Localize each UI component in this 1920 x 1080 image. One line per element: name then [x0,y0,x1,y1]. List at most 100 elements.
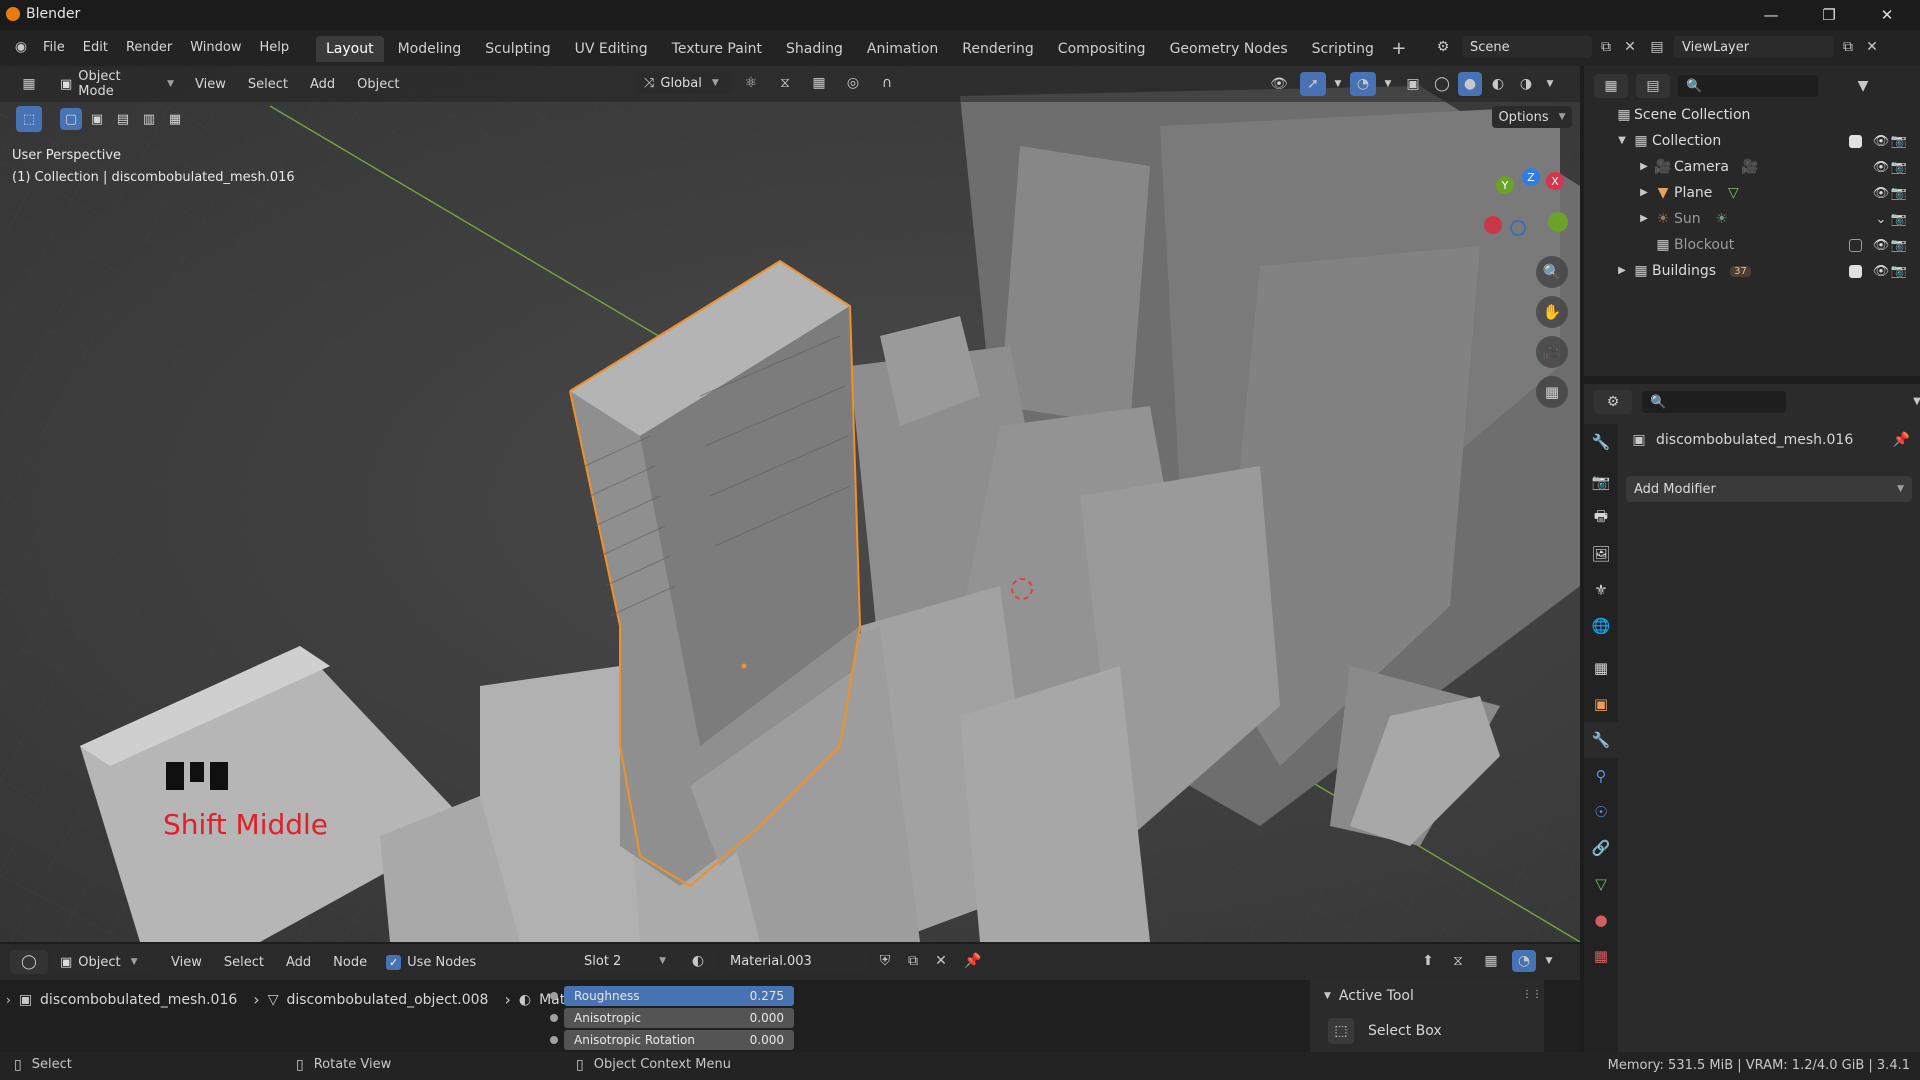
menu-render[interactable]: Render [117,36,181,58]
render-camera-icon[interactable]: 📷 [1890,160,1908,175]
chevron-down-icon[interactable]: ▼ [1330,79,1346,89]
view-layer-field[interactable]: ViewLayer [1674,36,1834,58]
gizmo-x[interactable]: X [1546,172,1564,190]
eye-icon[interactable]: 👁 [1872,160,1890,175]
mode-extend-icon[interactable]: ▣ [86,108,108,130]
new-scene-icon[interactable]: ⧉ [1596,40,1616,54]
blender-menu-icon[interactable]: ◉ [8,36,34,58]
exclude-checkbox[interactable] [1849,264,1862,278]
transform-orientation-dropdown[interactable]: ⤨ Global ▼ [636,72,732,94]
close-icon[interactable]: ✕ [1864,2,1910,28]
proportional-edit-icon[interactable]: ◎ [838,76,868,90]
snap-target-icon[interactable]: ▦ [804,76,834,90]
pan-hand-icon[interactable]: ✋ [1536,296,1568,328]
render-camera-icon[interactable]: 📷 [1890,134,1908,149]
tab-animation[interactable]: Animation [857,36,948,62]
add-workspace-icon[interactable]: + [1388,38,1410,60]
node-editor-type-icon[interactable]: ◯ [10,950,48,974]
tab-geometry-nodes[interactable]: Geometry Nodes [1160,36,1298,62]
node-socket[interactable] [550,1014,558,1022]
filter-icon[interactable]: ▼ [1846,79,1880,93]
expand-arrow-icon[interactable]: ▶ [1636,162,1652,172]
render-camera-icon[interactable]: 📷 [1890,238,1908,253]
menu-edit[interactable]: Edit [74,36,117,58]
rendered-shading-icon[interactable]: ◑ [1514,77,1538,91]
delete-view-layer-icon[interactable]: ✕ [1862,40,1882,54]
tab-rendering[interactable]: Rendering [952,36,1044,62]
eye-icon[interactable]: 👁 [1872,186,1890,201]
texture-tab-icon[interactable]: ▦ [1584,938,1618,974]
eye-icon[interactable]: 👁 [1872,238,1890,253]
camera-view-icon[interactable]: 🎥 [1536,336,1568,368]
roughness-slider[interactable]: Roughness 0.275 [564,986,794,1006]
particles-tab-icon[interactable]: ⚲ [1584,758,1618,794]
node-menu-select[interactable]: Select [215,951,273,973]
tab-uv-editing[interactable]: UV Editing [565,36,658,62]
ortho-grid-icon[interactable]: ▦ [1536,376,1568,408]
outliner-item-collection[interactable]: ▼ ▦ Collection 👁 📷 [1584,128,1920,154]
use-nodes-toggle[interactable]: ✓ Use Nodes [386,954,476,970]
tab-compositing[interactable]: Compositing [1048,36,1156,62]
delete-scene-icon[interactable]: ✕ [1620,40,1640,54]
viewport-menu-object[interactable]: Object [348,73,408,95]
expand-arrow-icon[interactable]: ▶ [1614,266,1630,276]
outliner-item-camera[interactable]: ▶ 🎥 Camera 🎥 👁 📷 [1584,154,1920,180]
mode-new-icon[interactable]: ▢ [60,108,82,130]
constraints-tab-icon[interactable]: 🔗 [1584,830,1618,866]
exclude-checkbox[interactable] [1849,134,1862,148]
eye-hidden-icon[interactable]: ⌄ [1872,212,1890,227]
gizmo-z[interactable]: Z [1522,168,1540,186]
render-camera-icon[interactable]: 📷 [1890,186,1908,201]
mode-intersect-icon[interactable]: ▦ [164,108,186,130]
zoom-icon[interactable]: 🔍 [1536,256,1568,288]
outliner-item-plane[interactable]: ▶ ▼ Plane ▽ 👁 📷 [1584,180,1920,206]
node-socket[interactable] [550,992,558,1000]
node-menu-node[interactable]: Node [324,951,376,973]
gizmo-neg-x[interactable] [1484,216,1502,234]
outliner-scene-collection[interactable]: ▦ Scene Collection [1584,102,1920,128]
properties-editor-type-icon[interactable]: ⚙ [1594,390,1632,414]
3d-viewport[interactable]: User Perspective (1) Collection | discom… [0,66,1580,942]
menu-help[interactable]: Help [251,36,299,58]
overlays-icon[interactable]: ◔ [1512,950,1536,972]
view-layer-browse-icon[interactable]: ▤ [1644,40,1670,54]
object-mode-dropdown[interactable]: ▣ Object Mode ▼ [52,69,182,99]
expand-arrow-icon[interactable]: ▼ [1614,136,1630,146]
checkbox-checked-icon[interactable]: ✓ [386,954,402,970]
viewport-menu-view[interactable]: View [186,73,235,95]
select-box-tool-icon[interactable]: ⬚ [1328,1018,1354,1044]
minimize-icon[interactable]: — [1748,2,1794,28]
node-menu-add[interactable]: Add [277,951,320,973]
select-box-tool-icon[interactable]: ⬚ [16,106,42,132]
visibility-icon[interactable]: 👁 [1262,77,1296,91]
falloff-icon[interactable]: ∩ [872,76,902,90]
overlays-icon[interactable]: ◔ [1350,72,1376,96]
modifier-tab-icon[interactable]: 🔧 [1584,722,1618,758]
add-modifier-dropdown[interactable]: Add Modifier ▼ [1626,476,1912,502]
tab-texture-paint[interactable]: Texture Paint [662,36,772,62]
new-view-layer-icon[interactable]: ⧉ [1838,40,1858,54]
render-camera-icon[interactable]: 📷 [1890,264,1908,279]
node-editor-canvas[interactable]: › ▣ discombobulated_mesh.016 › ▽ discomb… [0,980,1580,1052]
tab-modeling[interactable]: Modeling [388,36,472,62]
anisotropic-rotation-slider[interactable]: Anisotropic Rotation 0.000 [564,1030,794,1050]
options-dropdown[interactable]: Options ▼ [1492,106,1572,128]
anisotropic-slider[interactable]: Anisotropic 0.000 [564,1008,794,1028]
collection-tab-icon[interactable]: ▦ [1584,650,1618,686]
scene-tab-icon[interactable]: ⚜ [1584,572,1618,608]
material-slot-dropdown[interactable]: Slot 2 ▼ [576,950,674,972]
data-tab-icon[interactable]: ▽ [1584,866,1618,902]
world-tab-icon[interactable]: 🌐 [1584,608,1618,644]
material-shading-icon[interactable]: ◐ [1486,77,1510,91]
render-camera-icon[interactable]: 📷 [1890,212,1908,227]
render-tab-icon[interactable]: 📷 [1584,464,1618,500]
eye-icon[interactable]: 👁 [1872,134,1890,149]
xray-icon[interactable]: ▣ [1400,77,1426,91]
tab-scripting[interactable]: Scripting [1302,36,1384,62]
tab-shading[interactable]: Shading [776,36,853,62]
chevron-down-icon[interactable]: ▼ [1542,79,1558,89]
snap-element-icon[interactable]: ▦ [1476,954,1506,968]
solid-shading-icon[interactable]: ● [1458,72,1482,96]
chevron-down-icon[interactable]: ▼ [1542,956,1556,966]
outliner-item-blockout[interactable]: ▦ Blockout 👁 📷 [1584,232,1920,258]
